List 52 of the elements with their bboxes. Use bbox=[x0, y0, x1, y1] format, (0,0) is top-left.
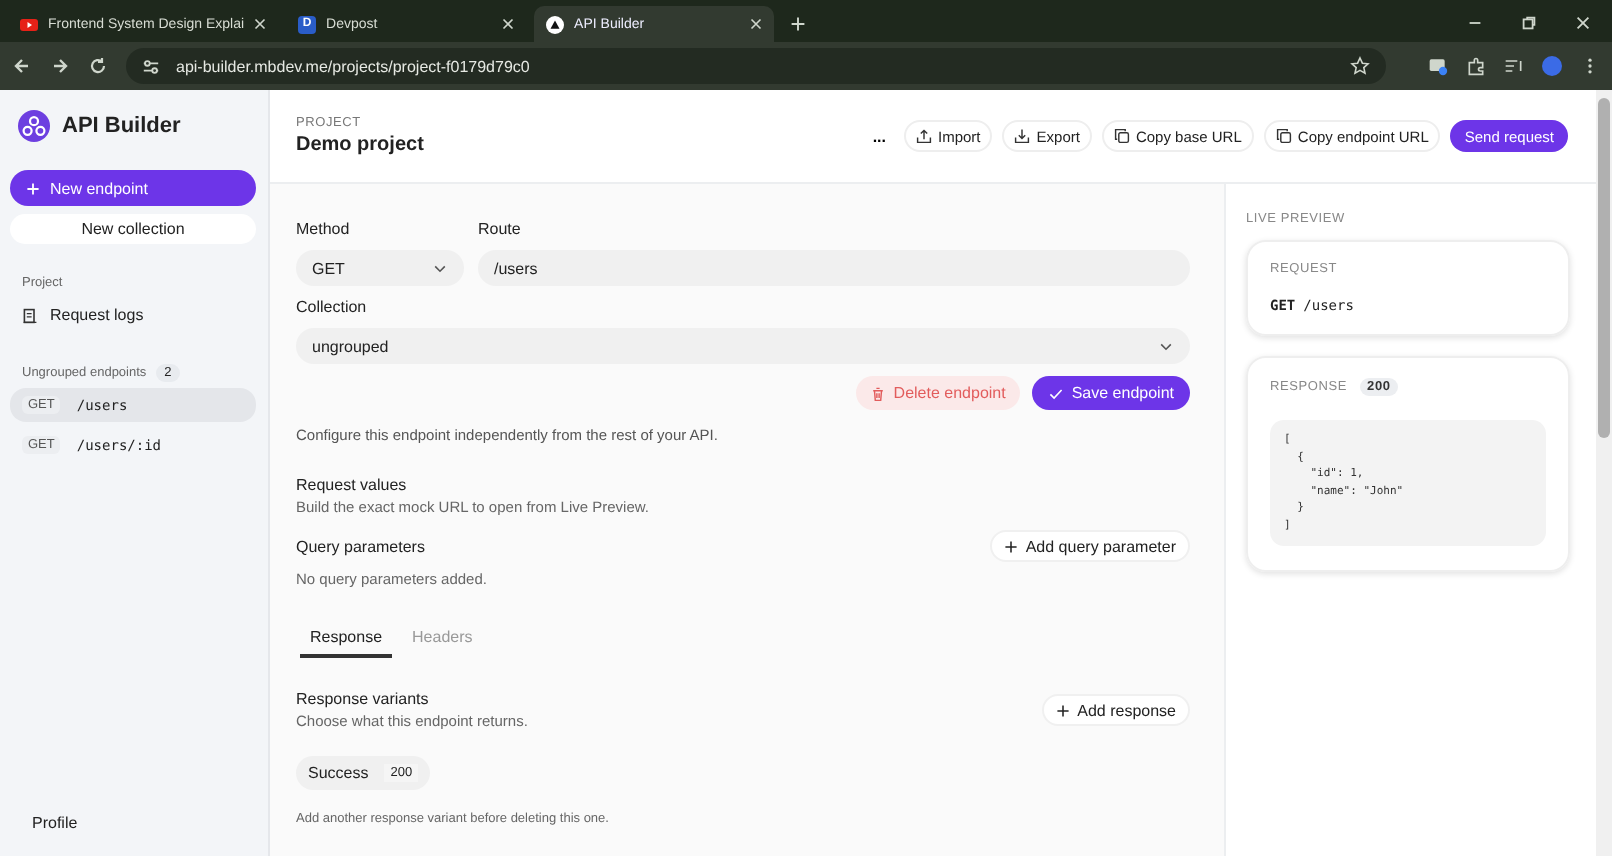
triangle-icon bbox=[546, 15, 565, 33]
back-icon[interactable] bbox=[12, 56, 32, 76]
save-endpoint-button[interactable]: Save endpoint bbox=[1031, 376, 1190, 410]
section-title: Query parameters bbox=[296, 537, 425, 555]
chevron-down-icon bbox=[1158, 338, 1174, 354]
scroll-icon bbox=[22, 307, 38, 323]
scrollbar[interactable] bbox=[1596, 90, 1612, 856]
copy-icon bbox=[1275, 128, 1292, 144]
address-bar[interactable]: api-builder.mbdev.me/projects/project-f0179d79c0 bbox=[126, 48, 1386, 84]
close-icon[interactable] bbox=[750, 18, 763, 30]
plus-icon bbox=[1003, 539, 1018, 553]
site-settings-icon[interactable] bbox=[142, 57, 160, 75]
add-query-parameter-button[interactable]: Add query parameter bbox=[989, 530, 1190, 562]
method-select[interactable]: GET bbox=[296, 250, 464, 286]
new-tab-icon[interactable] bbox=[790, 16, 807, 32]
restore-icon[interactable] bbox=[1520, 14, 1538, 32]
field-label: Method bbox=[296, 220, 352, 238]
extension-icon[interactable] bbox=[1428, 56, 1448, 76]
avatar-icon[interactable] bbox=[1542, 56, 1562, 76]
new-collection-button[interactable]: New collection bbox=[10, 214, 256, 244]
plus-icon bbox=[1055, 703, 1070, 717]
forward-icon[interactable] bbox=[50, 56, 70, 76]
puzzle-icon[interactable] bbox=[1466, 56, 1486, 76]
logo-icon bbox=[18, 110, 50, 142]
close-icon[interactable] bbox=[502, 18, 515, 30]
media-icon[interactable] bbox=[1504, 56, 1524, 76]
collection-select[interactable]: ungrouped bbox=[296, 328, 1190, 364]
request-logs-link[interactable]: Request logs bbox=[10, 306, 256, 324]
more-button[interactable]: ... bbox=[864, 127, 894, 145]
add-response-button[interactable]: Add response bbox=[1041, 694, 1190, 726]
field-label: Collection bbox=[296, 298, 369, 316]
route-field[interactable]: /users bbox=[478, 250, 1190, 286]
tab[interactable]: Response bbox=[300, 628, 393, 658]
field-label: Route bbox=[478, 220, 523, 238]
close-icon[interactable] bbox=[254, 18, 267, 30]
upload-icon bbox=[916, 128, 932, 144]
chevron-down-icon bbox=[432, 260, 448, 276]
section-title: Response variants bbox=[296, 690, 431, 708]
trash-icon bbox=[869, 385, 886, 401]
app-name: API Builder bbox=[62, 114, 181, 138]
section-title: Request values bbox=[296, 476, 409, 494]
reload-icon[interactable] bbox=[88, 56, 108, 76]
download-icon bbox=[1014, 128, 1031, 144]
project-title: Demo project bbox=[296, 134, 424, 156]
video-play-icon bbox=[20, 15, 38, 33]
profile-link[interactable]: Profile bbox=[10, 814, 256, 832]
plus-icon bbox=[26, 181, 40, 195]
copy-icon bbox=[1113, 128, 1130, 144]
new-endpoint-button[interactable]: New endpoint bbox=[10, 170, 256, 206]
star-icon[interactable] bbox=[1350, 56, 1370, 76]
check-icon bbox=[1047, 385, 1064, 401]
close-icon[interactable] bbox=[1574, 14, 1592, 32]
